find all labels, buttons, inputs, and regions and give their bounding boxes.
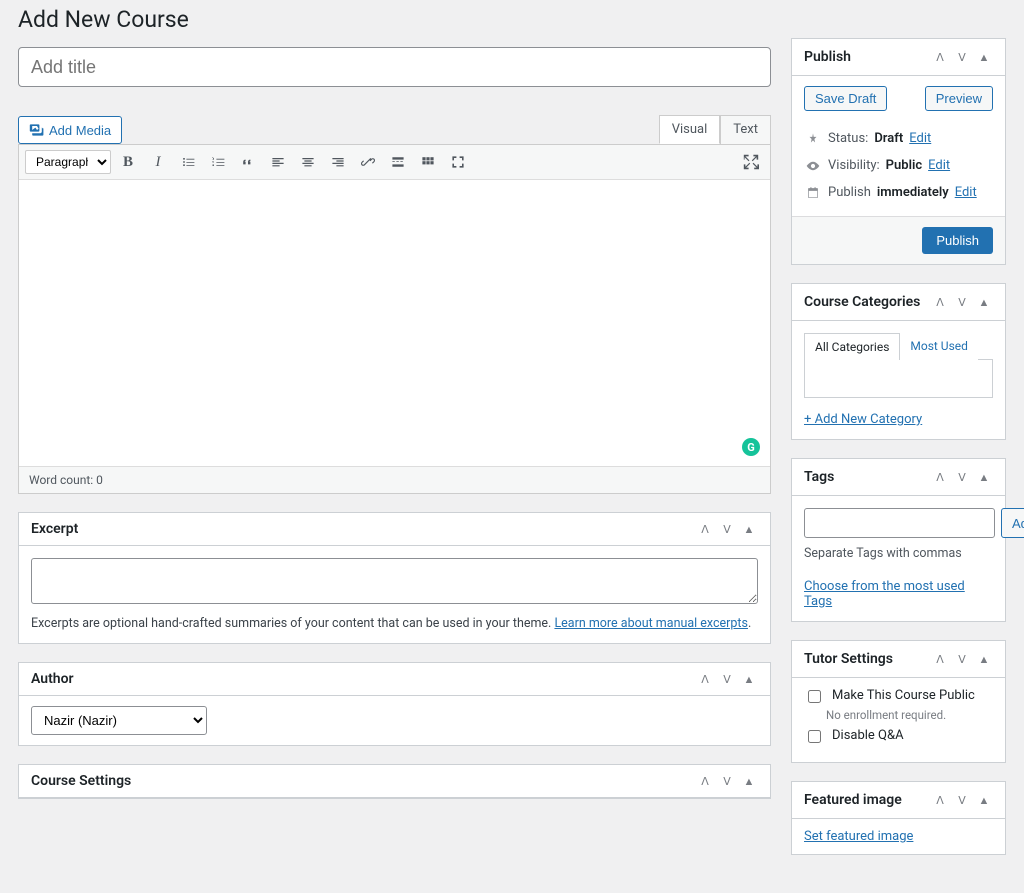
editor-textarea[interactable]: G (19, 180, 770, 466)
save-draft-button[interactable]: Save Draft (804, 86, 887, 111)
preview-button[interactable]: Preview (925, 86, 993, 111)
disable-qa-label: Disable Q&A (832, 728, 904, 743)
course-title-input[interactable] (18, 47, 771, 87)
excerpt-textarea[interactable] (31, 558, 758, 604)
move-up-icon[interactable]: ᐱ (931, 471, 949, 484)
move-up-icon[interactable]: ᐱ (931, 653, 949, 666)
visibility-value: Public (886, 158, 922, 173)
link-icon[interactable] (355, 149, 381, 175)
tab-all-categories[interactable]: All Categories (804, 333, 900, 360)
move-down-icon[interactable]: ᐯ (718, 523, 736, 536)
number-list-icon[interactable] (205, 149, 231, 175)
add-media-button[interactable]: Add Media (18, 116, 122, 144)
align-left-icon[interactable] (265, 149, 291, 175)
status-edit-link[interactable]: Edit (909, 131, 931, 146)
course-settings-heading: Course Settings (31, 773, 131, 789)
make-public-label: Make This Course Public (832, 688, 975, 703)
make-public-desc: No enrollment required. (826, 708, 993, 722)
categories-panel: Course Categories ᐱ ᐯ ▲ All Categories M… (791, 283, 1006, 440)
excerpt-help-link[interactable]: Learn more about manual excerpts (554, 616, 748, 631)
author-select[interactable]: Nazir (Nazir) (31, 706, 207, 735)
publish-panel: Publish ᐱ ᐯ ▲ Save Draft Preview Status:… (791, 38, 1006, 265)
align-right-icon[interactable] (325, 149, 351, 175)
bullet-list-icon[interactable] (175, 149, 201, 175)
categories-heading: Course Categories (804, 294, 920, 310)
italic-icon[interactable]: I (145, 149, 171, 175)
align-center-icon[interactable] (295, 149, 321, 175)
schedule-edit-link[interactable]: Edit (955, 185, 977, 200)
toggle-panel-icon[interactable]: ▲ (975, 471, 993, 484)
move-up-icon[interactable]: ᐱ (931, 296, 949, 309)
disable-qa-checkbox[interactable] (808, 730, 821, 743)
visibility-edit-link[interactable]: Edit (928, 158, 950, 173)
choose-tags-link[interactable]: Choose from the most used Tags (804, 579, 993, 609)
schedule-value: immediately (877, 185, 949, 200)
toggle-panel-icon[interactable]: ▲ (975, 51, 993, 64)
tags-note: Separate Tags with commas (804, 546, 993, 561)
read-more-icon[interactable] (385, 149, 411, 175)
featured-heading: Featured image (804, 792, 902, 808)
schedule-label: Publish (828, 185, 871, 200)
tag-input[interactable] (804, 508, 995, 538)
tutor-heading: Tutor Settings (804, 651, 893, 667)
toggle-panel-icon[interactable]: ▲ (975, 794, 993, 807)
word-count: Word count: 0 (19, 466, 770, 493)
tags-heading: Tags (804, 469, 834, 485)
move-down-icon[interactable]: ᐯ (953, 653, 971, 666)
format-select[interactable]: Paragraph (25, 150, 111, 174)
expand-icon[interactable] (738, 149, 764, 175)
calendar-icon (804, 186, 822, 200)
add-tag-button[interactable]: Add (1001, 508, 1024, 538)
set-featured-image-link[interactable]: Set featured image (804, 829, 913, 844)
blockquote-icon[interactable] (235, 149, 261, 175)
author-panel: Author ᐱ ᐯ ▲ Nazir (Nazir) (18, 662, 771, 746)
excerpt-panel: Excerpt ᐱ ᐯ ▲ Excerpts are optional hand… (18, 512, 771, 644)
add-new-category-link[interactable]: + Add New Category (804, 412, 922, 427)
move-down-icon[interactable]: ᐯ (953, 296, 971, 309)
publish-heading: Publish (804, 49, 851, 65)
move-up-icon[interactable]: ᐱ (696, 523, 714, 536)
move-down-icon[interactable]: ᐯ (953, 471, 971, 484)
tutor-settings-panel: Tutor Settings ᐱ ᐯ ▲ Make This Course Pu… (791, 640, 1006, 763)
move-down-icon[interactable]: ᐯ (718, 673, 736, 686)
grammarly-icon[interactable]: G (742, 438, 760, 456)
move-down-icon[interactable]: ᐯ (953, 51, 971, 64)
course-settings-panel: Course Settings ᐱ ᐯ ▲ (18, 764, 771, 799)
bold-icon[interactable]: B (115, 149, 141, 175)
move-down-icon[interactable]: ᐯ (718, 775, 736, 788)
status-value: Draft (874, 131, 903, 146)
tags-panel: Tags ᐱ ᐯ ▲ Add Separate Tags with commas… (791, 458, 1006, 622)
toolbar-toggle-icon[interactable] (415, 149, 441, 175)
editor-container: Paragraph B I G Word count: 0 (18, 144, 771, 494)
add-media-label: Add Media (49, 123, 111, 138)
toggle-panel-icon[interactable]: ▲ (975, 653, 993, 666)
move-up-icon[interactable]: ᐱ (696, 673, 714, 686)
media-icon (29, 122, 45, 138)
tab-visual[interactable]: Visual (659, 115, 721, 144)
visibility-label: Visibility: (828, 158, 880, 173)
move-up-icon[interactable]: ᐱ (931, 794, 949, 807)
author-heading: Author (31, 671, 74, 687)
make-public-checkbox[interactable] (808, 690, 821, 703)
featured-image-panel: Featured image ᐱ ᐯ ▲ Set featured image (791, 781, 1006, 855)
toggle-panel-icon[interactable]: ▲ (740, 523, 758, 536)
status-label: Status: (828, 131, 868, 146)
fullscreen-icon[interactable] (445, 149, 471, 175)
toggle-panel-icon[interactable]: ▲ (740, 673, 758, 686)
editor-toolbar: Paragraph B I (19, 145, 770, 180)
page-title: Add New Course (18, 6, 771, 33)
category-list[interactable] (804, 360, 993, 398)
excerpt-heading: Excerpt (31, 521, 78, 537)
move-up-icon[interactable]: ᐱ (931, 51, 949, 64)
move-down-icon[interactable]: ᐯ (953, 794, 971, 807)
toggle-panel-icon[interactable]: ▲ (740, 775, 758, 788)
visibility-icon (804, 159, 822, 173)
tab-most-used[interactable]: Most Used (900, 333, 978, 360)
excerpt-help: Excerpts are optional hand-crafted summa… (31, 616, 758, 631)
toggle-panel-icon[interactable]: ▲ (975, 296, 993, 309)
pin-icon (804, 132, 822, 146)
move-up-icon[interactable]: ᐱ (696, 775, 714, 788)
publish-button[interactable]: Publish (922, 227, 993, 254)
tab-text[interactable]: Text (720, 115, 771, 144)
